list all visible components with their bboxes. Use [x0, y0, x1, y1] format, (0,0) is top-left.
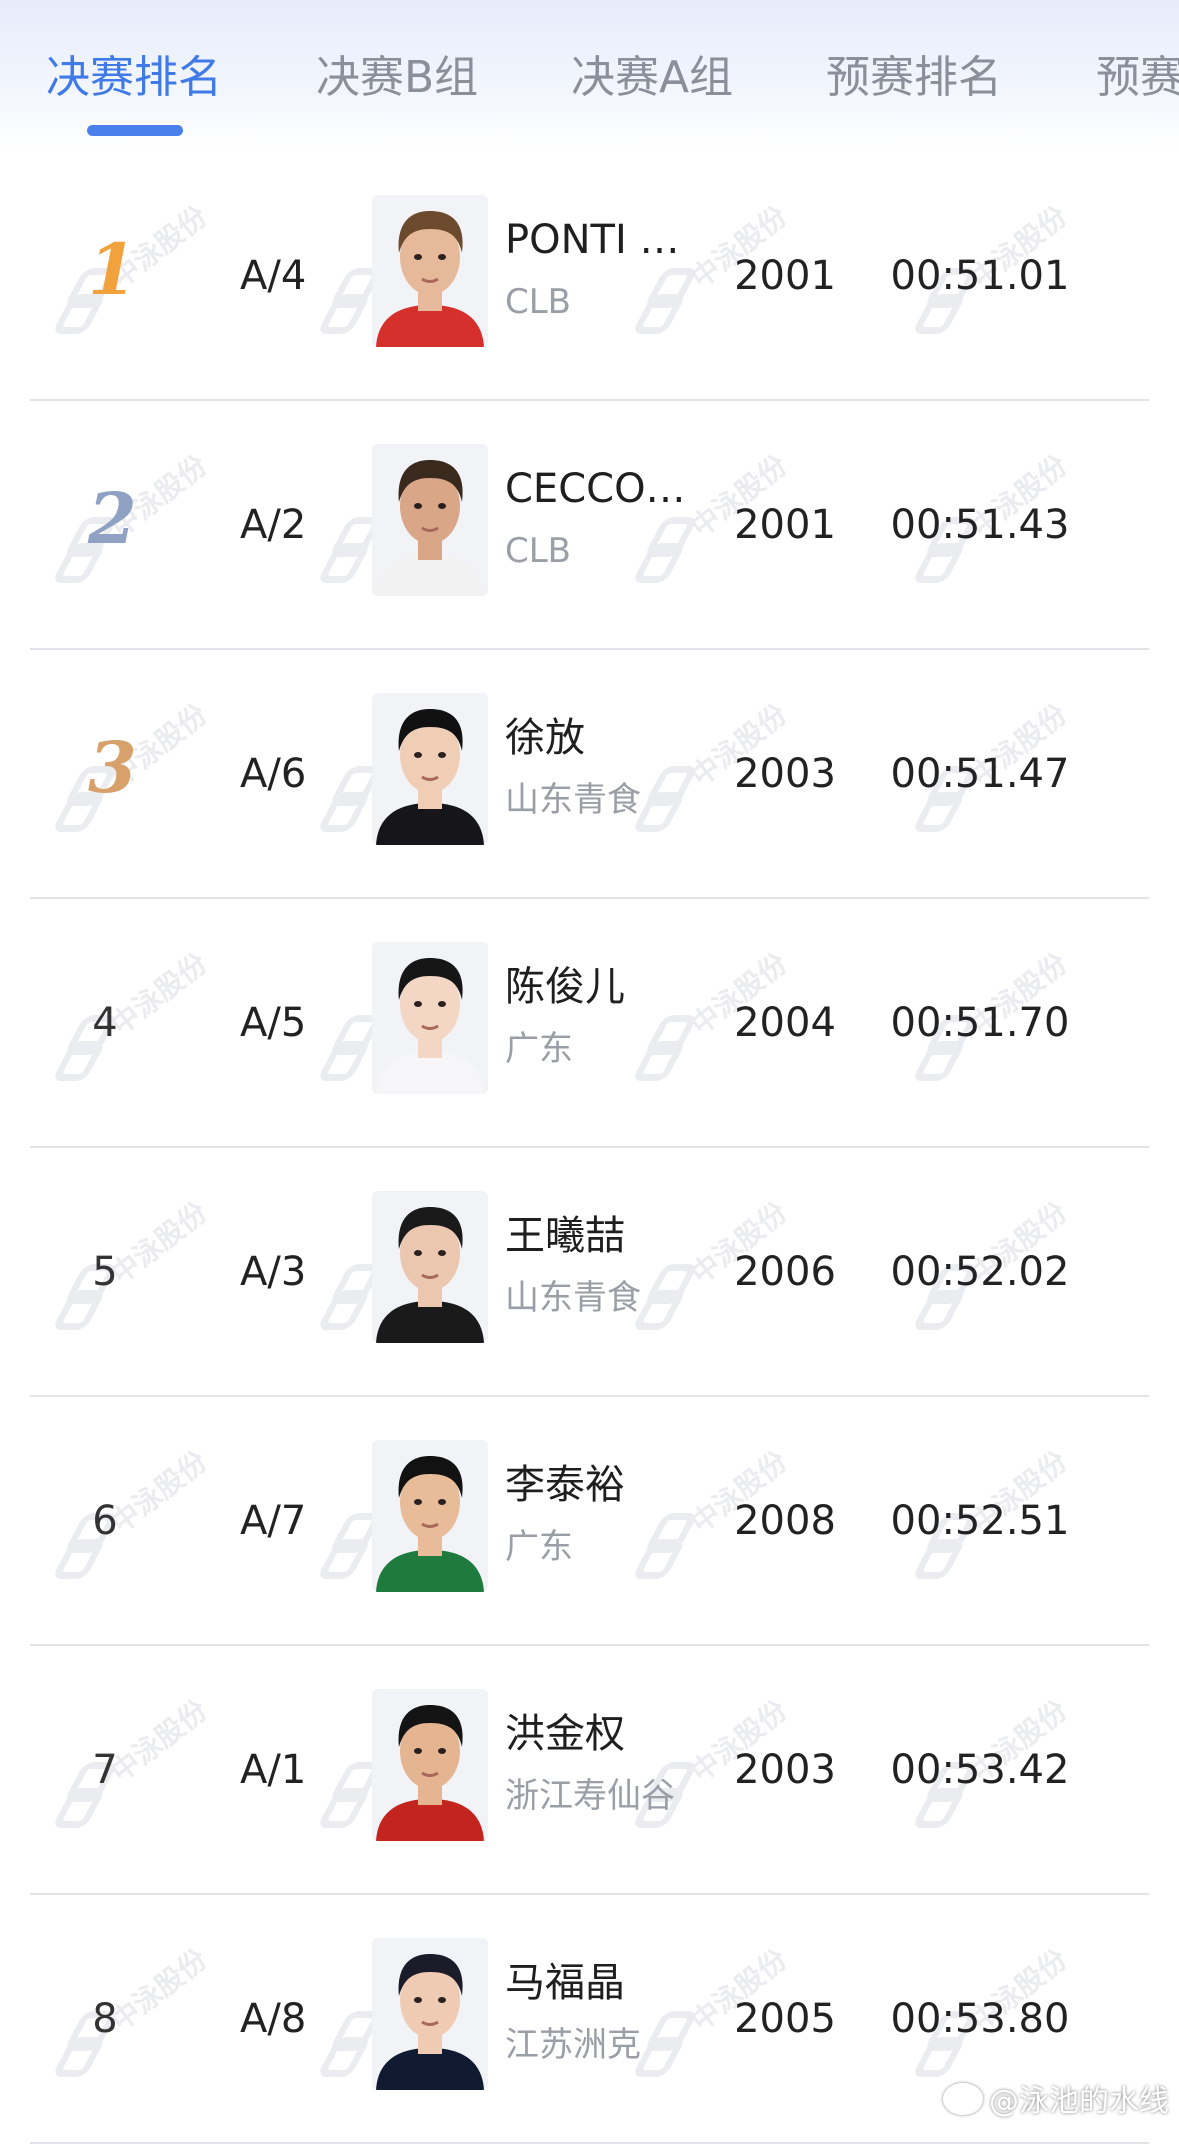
race-time: 00:53.80 [890, 1996, 1070, 2042]
athlete-avatar[interactable] [372, 1938, 488, 2090]
tab-bar: 决赛排名 决赛B组 决赛A组 预赛排名 预赛 [0, 0, 1179, 152]
athlete-team: 山东青食 [505, 780, 641, 820]
athlete-avatar[interactable] [372, 195, 488, 347]
lane-label: A/1 [240, 1747, 307, 1793]
zhongyong-logo-icon [325, 1264, 377, 1328]
tab-heats[interactable]: 预赛 [1096, 48, 1179, 108]
athlete-team: CLB [505, 282, 572, 322]
athlete-name[interactable]: CECCO… [505, 461, 695, 517]
race-time: 00:52.51 [890, 1498, 1070, 1544]
table-row[interactable]: 中泳股份中泳股份中泳股份中泳股份4A/5陈俊儿广东200400:51.70 [0, 899, 1179, 1148]
race-time: 00:51.47 [890, 751, 1070, 797]
athlete-avatar[interactable] [372, 1689, 488, 1841]
athlete-avatar[interactable] [372, 942, 488, 1094]
active-tab-indicator [87, 125, 183, 136]
watermark: 中泳股份 [60, 200, 240, 332]
zhongyong-logo-icon [640, 517, 692, 581]
birth-year: 2006 [734, 1249, 836, 1295]
athlete-avatar[interactable] [372, 1191, 488, 1343]
table-row[interactable]: 中泳股份中泳股份中泳股份中泳股份6A/7李泰裕广东200800:52.51 [0, 1397, 1179, 1646]
tab-final-a[interactable]: 决赛A组 [571, 48, 733, 108]
tab-heats-ranking[interactable]: 预赛排名 [826, 48, 1002, 108]
athlete-name[interactable]: 李泰裕 [505, 1457, 695, 1513]
rank-number: 8 [92, 1996, 118, 2042]
athlete-name[interactable]: 洪金权 [505, 1706, 695, 1762]
lane-label: A/4 [240, 253, 307, 299]
athlete-avatar[interactable] [372, 1440, 488, 1592]
zhongyong-logo-icon [325, 2011, 377, 2075]
race-time: 00:51.70 [890, 1000, 1070, 1046]
rank-number: 7 [92, 1747, 118, 1793]
athlete-name[interactable]: 王曦喆 [505, 1208, 695, 1264]
watermark: 中泳股份 [60, 449, 240, 581]
race-time: 00:53.42 [890, 1747, 1070, 1793]
birth-year: 2001 [734, 502, 836, 548]
birth-year: 2003 [734, 751, 836, 797]
zhongyong-logo-icon [640, 1264, 692, 1328]
athlete-avatar[interactable] [372, 693, 488, 845]
rank-number: 5 [92, 1249, 118, 1295]
athlete-team: 浙江寿仙谷 [505, 1776, 675, 1816]
rank-number: 4 [92, 1000, 118, 1046]
lane-label: A/6 [240, 751, 307, 797]
tab-final-ranking[interactable]: 决赛排名 [46, 48, 222, 108]
lane-label: A/3 [240, 1249, 307, 1295]
tab-final-b[interactable]: 决赛B组 [316, 48, 478, 108]
zhongyong-logo-icon [325, 1015, 377, 1079]
race-time: 00:51.01 [890, 253, 1070, 299]
athlete-team: 广东 [505, 1527, 573, 1567]
zhongyong-logo-icon [640, 1513, 692, 1577]
zhongyong-logo-icon [640, 268, 692, 332]
weibo-icon [943, 2083, 983, 2115]
gold-medal-icon: 1 [88, 228, 137, 311]
athlete-name[interactable]: 徐放 [505, 710, 695, 766]
silver-medal-icon: 2 [88, 477, 137, 560]
zhongyong-logo-icon [325, 1513, 377, 1577]
zhongyong-logo-icon [640, 766, 692, 830]
birth-year: 2008 [734, 1498, 836, 1544]
birth-year: 2004 [734, 1000, 836, 1046]
zhongyong-logo-icon [325, 517, 377, 581]
race-time: 00:52.02 [890, 1249, 1070, 1295]
athlete-name[interactable]: 马福晶 [505, 1955, 695, 2011]
athlete-team: 山东青食 [505, 1278, 641, 1318]
athlete-team: 广东 [505, 1029, 573, 1069]
zhongyong-logo-icon [325, 268, 377, 332]
credit-text: @泳池的水线 [989, 2084, 1169, 2119]
zhongyong-logo-icon [325, 1762, 377, 1826]
table-row[interactable]: 中泳股份中泳股份中泳股份中泳股份2A/2CECCO…CLB200100:51.4… [0, 401, 1179, 650]
birth-year: 2001 [734, 253, 836, 299]
table-row[interactable]: 中泳股份中泳股份中泳股份中泳股份7A/1洪金权浙江寿仙谷200300:53.42 [0, 1646, 1179, 1895]
rank-number: 6 [92, 1498, 118, 1544]
table-row[interactable]: 中泳股份中泳股份中泳股份中泳股份3A/6徐放山东青食200300:51.47 [0, 650, 1179, 899]
athlete-avatar[interactable] [372, 444, 488, 596]
birth-year: 2005 [734, 1996, 836, 2042]
bronze-medal-icon: 3 [88, 726, 137, 809]
zhongyong-logo-icon [640, 1015, 692, 1079]
birth-year: 2003 [734, 1747, 836, 1793]
table-row[interactable]: 中泳股份中泳股份中泳股份中泳股份5A/3王曦喆山东青食200600:52.02 [0, 1148, 1179, 1397]
zhongyong-logo-icon [325, 766, 377, 830]
athlete-team: 江苏洲克 [505, 2025, 641, 2065]
source-credit: @泳池的水线 [943, 2076, 1169, 2120]
race-time: 00:51.43 [890, 502, 1070, 548]
athlete-name[interactable]: PONTI … [505, 212, 695, 268]
lane-label: A/2 [240, 502, 307, 548]
lane-label: A/8 [240, 1996, 307, 2042]
lane-label: A/7 [240, 1498, 307, 1544]
athlete-team: CLB [505, 531, 572, 571]
table-row[interactable]: 中泳股份中泳股份中泳股份中泳股份1A/4PONTI …CLB200100:51.… [0, 152, 1179, 401]
zhongyong-logo-icon [640, 2011, 692, 2075]
lane-label: A/5 [240, 1000, 307, 1046]
athlete-name[interactable]: 陈俊儿 [505, 959, 695, 1015]
watermark: 中泳股份 [60, 698, 240, 830]
